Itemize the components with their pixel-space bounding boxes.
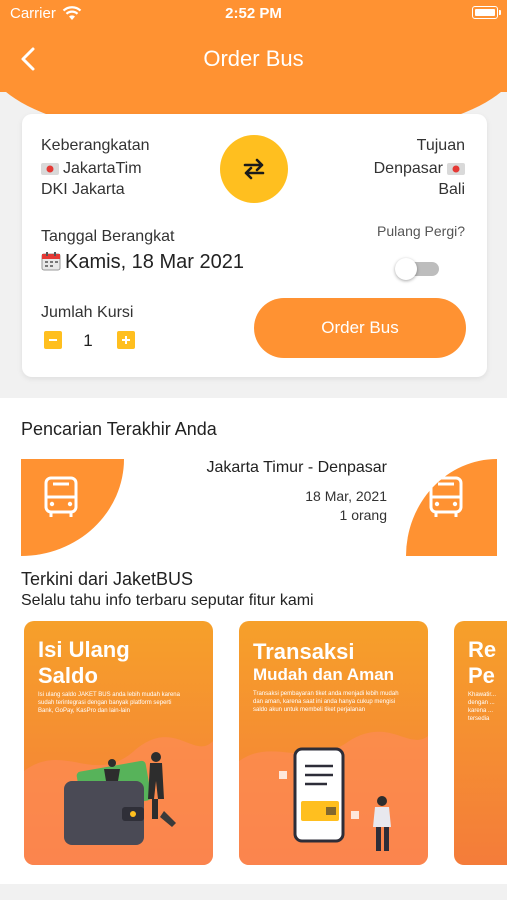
minus-icon (49, 339, 57, 341)
departure-province: DKI Jakarta (41, 181, 125, 198)
plus-icon (122, 336, 130, 344)
calendar-icon (41, 252, 61, 271)
battery-icon (472, 6, 501, 19)
swap-arrows-icon (243, 158, 265, 180)
promo-card-transaction[interactable]: Transaksi Mudah dan Aman Transaksi pemba… (239, 621, 428, 865)
page-title: Order Bus (203, 46, 304, 71)
seats-decrement-button[interactable] (44, 331, 62, 349)
destination-province: Bali (438, 181, 465, 198)
flag-icon (447, 162, 465, 175)
round-trip-toggle[interactable] (395, 258, 440, 280)
recent-search-bus-icon[interactable] (21, 459, 124, 556)
news-title: Terkini dari JaketBUS (21, 569, 194, 589)
news-subtitle: Selalu tahu info terbaru seputar fitur k… (21, 592, 314, 609)
swap-button[interactable] (220, 135, 288, 203)
promo-description: Khawatir... dengan ... karena ... tersed… (468, 692, 497, 722)
promo-card-topup[interactable]: Isi Ulang Saldo Isi ulang saldo JAKET BU… (24, 621, 213, 865)
destination-city-text: Denpasar (373, 160, 443, 177)
seats-increment-button[interactable] (117, 331, 135, 349)
recent-search-bus-icon[interactable] (406, 459, 497, 556)
destination-city[interactable]: Denpasar (374, 160, 465, 178)
destination-label: Tujuan (416, 137, 465, 154)
departure-city-text: JakartaTim (63, 160, 142, 177)
departure-city[interactable]: JakartaTim (41, 160, 142, 178)
promo-title: Re Pe (468, 637, 497, 688)
promo-card-partial[interactable]: Re Pe Khawatir... dengan ... karena ... … (454, 621, 507, 865)
bottom-strip (0, 884, 507, 900)
round-trip-label: Pulang Pergi? (377, 223, 465, 239)
date-picker[interactable]: Kamis, 18 Mar 2021 (41, 251, 244, 274)
seats-value: 1 (83, 331, 93, 350)
date-value: Kamis, 18 Mar 2021 (65, 251, 244, 273)
order-bus-button[interactable]: Order Bus (254, 298, 466, 358)
seats-label: Jumlah Kursi (41, 304, 134, 321)
status-time: 2:52 PM (225, 5, 282, 22)
phone-illustration (239, 731, 428, 865)
recent-date: 18 Mar, 2021 (305, 488, 387, 504)
recent-passengers: 1 orang (339, 507, 387, 523)
departure-label: Keberangkatan (41, 137, 150, 154)
date-label: Tanggal Berangkat (41, 228, 175, 245)
flag-icon (41, 162, 59, 175)
recent-search-title: Pencarian Terakhir Anda (21, 419, 217, 439)
recent-route[interactable]: Jakarta Timur - Denpasar (150, 459, 387, 477)
wallet-illustration (24, 737, 213, 865)
